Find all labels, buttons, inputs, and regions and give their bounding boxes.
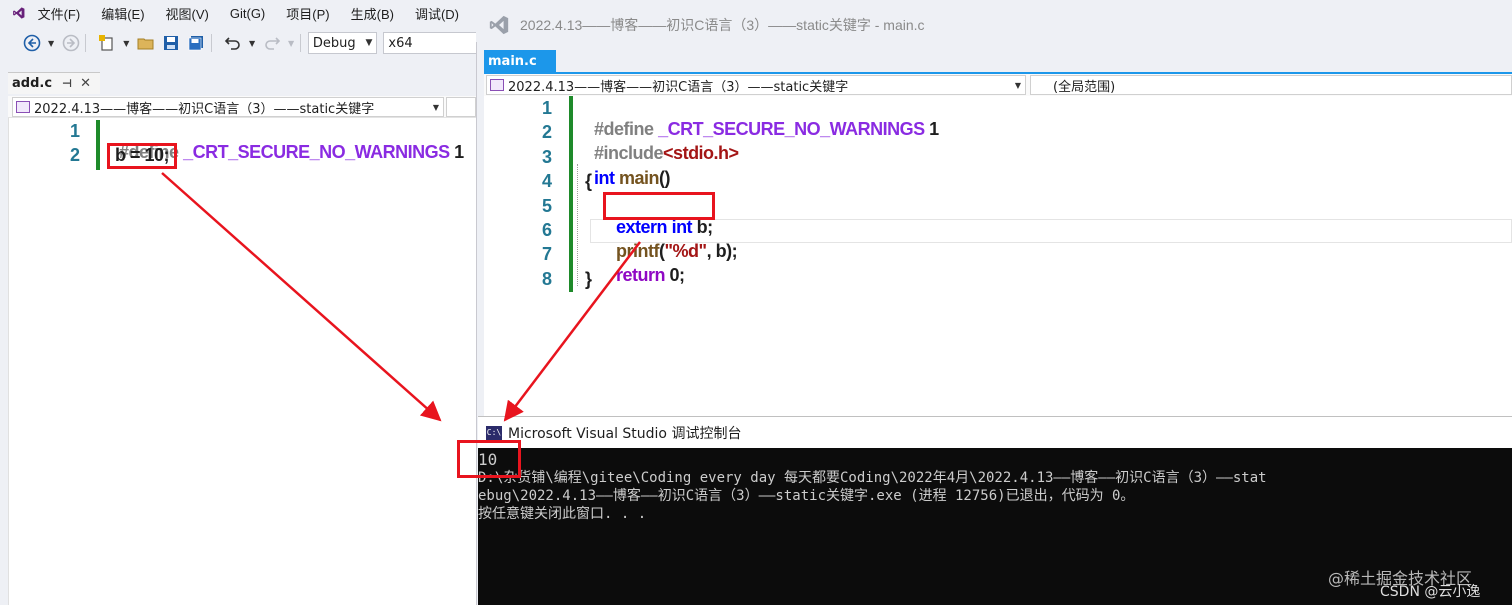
collapse-guide bbox=[577, 164, 578, 286]
annotation-box-output bbox=[457, 440, 521, 478]
visual-studio-logo-icon bbox=[13, 7, 25, 19]
console-title: Microsoft Visual Studio 调试控制台 bbox=[508, 425, 742, 442]
line-number: 7 bbox=[541, 244, 552, 264]
return-value: 0; bbox=[669, 265, 686, 285]
open-folder-icon[interactable] bbox=[136, 33, 155, 53]
line-number: 8 bbox=[541, 269, 552, 289]
annotation-box-b-assignment bbox=[107, 143, 177, 169]
window-title-bar: 2022.4.13——博客——初识C语言（3）——static关键字 - mai… bbox=[476, 8, 1512, 42]
project-icon bbox=[16, 101, 30, 113]
undo-icon[interactable] bbox=[223, 33, 242, 53]
menu-build[interactable]: 生成(B) bbox=[351, 4, 394, 23]
console-title-bar: C:\ Microsoft Visual Studio 调试控制台 bbox=[478, 416, 1512, 448]
chevron-down-icon: ▼ bbox=[1014, 80, 1021, 90]
configuration-select[interactable]: Debug ▼ bbox=[307, 32, 378, 54]
window-title: 2022.4.13——博客——初识C语言（3）——static关键字 - mai… bbox=[520, 17, 925, 33]
dropdown-arrow-icon[interactable]: ▼ bbox=[287, 33, 295, 53]
menu-edit[interactable]: 编辑(E) bbox=[101, 4, 144, 23]
line-number: 3 bbox=[541, 147, 552, 167]
line-number: 1 bbox=[69, 121, 80, 141]
arguments: , b); bbox=[706, 241, 738, 261]
tab-add-c[interactable]: add.c ⊣ ✕ bbox=[8, 72, 100, 94]
configuration-value: Debug bbox=[312, 35, 356, 51]
dropdown-arrow-icon[interactable]: ▼ bbox=[47, 33, 55, 53]
console-line: 按任意键关闭此窗口. . . bbox=[478, 506, 647, 522]
global-scope-value: (全局范围) bbox=[1053, 79, 1116, 95]
menu-project[interactable]: 项目(P) bbox=[286, 4, 329, 23]
project-scope-select[interactable]: 2022.4.13——博客——初识C语言（3）——static关键字 ▼ bbox=[12, 97, 444, 117]
platform-select[interactable]: x64 bbox=[383, 32, 480, 54]
menu-debug[interactable]: 调试(D) bbox=[415, 4, 459, 23]
csdn-watermark: CSDN @云小逸 bbox=[1380, 584, 1481, 600]
project-scope-value: 2022.4.13——博客——初识C语言（3）——static关键字 bbox=[34, 101, 375, 117]
back-arrow-icon[interactable] bbox=[22, 33, 41, 53]
forward-arrow-icon[interactable] bbox=[61, 33, 80, 53]
chevron-down-icon: ▼ bbox=[365, 38, 373, 48]
line-number: 2 bbox=[69, 145, 80, 165]
line-number: 1 bbox=[541, 98, 552, 118]
macro-name: _CRT_SECURE_NO_WARNINGS bbox=[183, 142, 450, 162]
dropdown-arrow-icon[interactable]: ▼ bbox=[248, 33, 256, 53]
project-scope-select[interactable]: 2022.4.13——博客——初识C语言（3）——static关键字 ▼ bbox=[486, 75, 1026, 95]
function-name: main bbox=[619, 168, 660, 188]
code-line: int main() bbox=[585, 147, 671, 189]
code-line: { bbox=[585, 171, 592, 191]
menu-file[interactable]: 文件(F) bbox=[38, 4, 81, 23]
scope-select[interactable] bbox=[446, 97, 476, 117]
tab-main-c[interactable]: main.c bbox=[484, 50, 556, 72]
punctuation: () bbox=[659, 168, 671, 188]
toolbar-separator bbox=[85, 34, 87, 52]
keyword: return bbox=[616, 265, 666, 285]
changed-lines-indicator bbox=[96, 120, 100, 170]
platform-value: x64 bbox=[388, 35, 413, 51]
line-number: 2 bbox=[541, 122, 552, 142]
toolbar-separator bbox=[210, 34, 212, 52]
include-header: <stdio.h> bbox=[663, 143, 739, 163]
dropdown-arrow-icon[interactable]: ▼ bbox=[122, 33, 130, 53]
console-line: D:\杂货铺\编程\gitee\Coding every day 每天都要Cod… bbox=[478, 470, 1267, 486]
pin-icon[interactable]: ⊣ bbox=[62, 77, 72, 90]
project-scope-value: 2022.4.13——博客——初识C语言（3）——static关键字 bbox=[508, 79, 849, 95]
macro-value: 1 bbox=[454, 142, 464, 162]
save-icon[interactable] bbox=[161, 33, 180, 53]
global-scope-select[interactable]: (全局范围) bbox=[1030, 75, 1512, 95]
menu-bar: 文件(F) 编辑(E) 视图(V) Git(G) 项目(P) 生成(B) 调试(… bbox=[0, 0, 480, 26]
line-number: 5 bbox=[541, 196, 552, 216]
annotation-box-extern-decl bbox=[603, 192, 715, 220]
code-line: } bbox=[585, 269, 592, 289]
keyword: int bbox=[594, 168, 615, 188]
code-line: return 0; bbox=[607, 244, 685, 286]
close-icon[interactable]: ✕ bbox=[80, 76, 91, 91]
toolbar-separator bbox=[299, 34, 301, 52]
tab-label: add.c bbox=[12, 76, 53, 91]
redo-icon[interactable] bbox=[262, 33, 281, 53]
toolbar: ▼ ▼ ▼ ▼ Debug ▼ x64 bbox=[0, 28, 480, 58]
console-line: ebug\2022.4.13——博客——初识C语言（3）——static关键字.… bbox=[478, 488, 1135, 504]
tab-label: main.c bbox=[488, 53, 537, 69]
project-icon bbox=[490, 79, 504, 91]
changed-lines-indicator bbox=[569, 96, 573, 292]
visual-studio-logo-icon bbox=[489, 15, 509, 35]
line-number: 6 bbox=[541, 220, 552, 240]
save-all-icon[interactable] bbox=[187, 33, 206, 53]
console-icon: C:\ bbox=[486, 425, 502, 440]
line-number: 4 bbox=[541, 171, 552, 191]
macro-value: 1 bbox=[929, 119, 939, 139]
menu-git[interactable]: Git(G) bbox=[230, 6, 265, 21]
add-c-editor[interactable] bbox=[8, 96, 480, 605]
chevron-down-icon: ▼ bbox=[432, 102, 439, 112]
new-project-icon[interactable] bbox=[97, 33, 116, 53]
menu-view[interactable]: 视图(V) bbox=[166, 4, 209, 23]
